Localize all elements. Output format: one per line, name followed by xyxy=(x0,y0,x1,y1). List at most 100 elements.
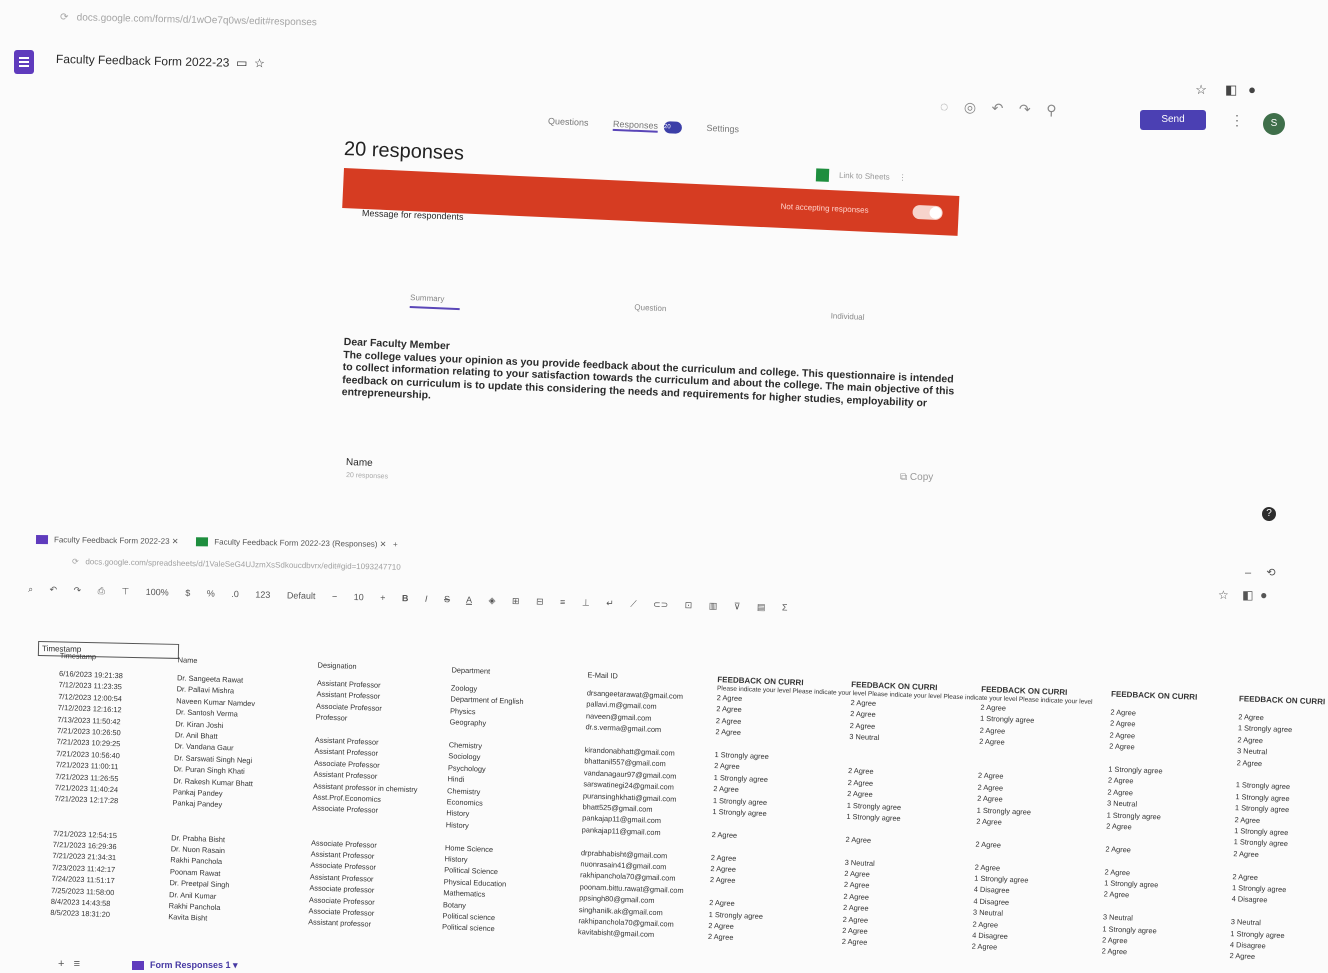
wrap-icon[interactable]: ↵ xyxy=(606,598,614,608)
table-cell[interactable]: 2 Agree xyxy=(716,692,743,704)
table-cell[interactable]: 2 Agree xyxy=(715,726,741,738)
table-cell[interactable]: 3 Neutral xyxy=(973,907,1003,919)
table-cell[interactable]: 2 Agree xyxy=(1236,757,1263,769)
table-cell[interactable]: 2 Agree xyxy=(842,925,868,937)
table-cell[interactable]: 3 Neutral xyxy=(1107,798,1137,810)
table-cell[interactable]: 2 Agree xyxy=(972,941,998,953)
table-cell[interactable]: 2 Agree xyxy=(842,936,868,948)
table-cell[interactable]: 2 Agree xyxy=(979,736,1005,748)
window-icon[interactable]: ◧ xyxy=(1225,82,1237,97)
table-cell[interactable]: 2 Agree xyxy=(975,838,1001,850)
table-cell[interactable]: 2 Agree xyxy=(842,913,869,925)
table-cell[interactable]: 2 Agree xyxy=(1237,734,1263,746)
subtab-individual[interactable]: Individual xyxy=(831,311,865,321)
window-icon[interactable]: ◧ xyxy=(1242,588,1253,602)
link-to-sheets-button[interactable]: Link to Sheets ⋮ xyxy=(815,168,907,184)
preview-icon[interactable]: ◎ xyxy=(964,99,977,115)
table-cell[interactable]: 2 Agree xyxy=(850,708,876,720)
table-cell[interactable]: 2 Agree xyxy=(850,697,876,709)
table-cell[interactable]: 2 Agree xyxy=(1104,866,1130,878)
tab-settings[interactable]: Settings xyxy=(706,123,739,134)
table-cell[interactable]: 2 Agree xyxy=(1110,718,1136,730)
palette-icon[interactable]: ◌ xyxy=(940,98,949,114)
table-cell[interactable]: Political science xyxy=(442,922,495,935)
profile-icon[interactable]: ● xyxy=(1248,82,1256,97)
link-icon[interactable]: ⚲ xyxy=(1046,102,1057,118)
align-icon[interactable]: ≡ xyxy=(560,597,566,607)
new-tab-icon[interactable]: + xyxy=(393,540,398,549)
table-cell[interactable]: 3 Neutral xyxy=(849,731,879,743)
decimal-icon[interactable]: .0 xyxy=(231,589,239,599)
table-cell[interactable]: 4 Disagree xyxy=(1231,893,1267,906)
table-cell[interactable]: 3 Neutral xyxy=(1231,916,1261,928)
table-cell[interactable]: 2 Agree xyxy=(980,702,1006,714)
table-cell[interactable]: 2 Agree xyxy=(850,720,876,732)
table-cell[interactable]: 2 Agree xyxy=(976,816,1002,828)
table-cell[interactable]: Physics xyxy=(450,705,476,717)
table-cell[interactable]: 2 Agree xyxy=(711,829,738,841)
table-cell[interactable]: 2 Agree xyxy=(844,879,870,891)
table-cell[interactable]: 2 Agree xyxy=(1107,786,1133,798)
percent-icon[interactable]: % xyxy=(207,588,215,598)
table-cell[interactable]: 2 Agree xyxy=(1102,934,1128,946)
table-cell[interactable]: Zoology xyxy=(451,682,478,694)
column-header[interactable]: Department xyxy=(451,664,490,677)
font-decrease-icon[interactable]: − xyxy=(332,591,338,601)
table-cell[interactable]: 3 Neutral xyxy=(845,856,875,868)
table-cell[interactable]: 7/21/2023 12:17:28 xyxy=(54,793,118,807)
table-cell[interactable]: Botany xyxy=(443,899,466,911)
table-cell[interactable]: kavitabisht@gmail.com xyxy=(578,927,654,941)
table-cell[interactable]: 2 Agree xyxy=(710,863,736,875)
table-cell[interactable]: Geography xyxy=(449,717,486,730)
font-increase-icon[interactable]: + xyxy=(380,593,386,603)
print-icon[interactable]: ⎙ xyxy=(98,586,105,596)
table-cell[interactable]: 3 Neutral xyxy=(1103,912,1133,924)
table-cell[interactable]: 2 Agree xyxy=(972,918,998,930)
column-header[interactable]: Designation xyxy=(317,659,356,672)
table-cell[interactable]: Kavita Bisht xyxy=(168,912,207,925)
table-cell[interactable]: Professor xyxy=(316,712,348,724)
text-color-icon[interactable]: A xyxy=(466,595,472,605)
column-header[interactable]: E-Mail ID xyxy=(587,669,618,681)
table-cell[interactable]: 2 Agree xyxy=(1234,814,1260,826)
column-header[interactable]: Timestamp xyxy=(60,650,97,663)
table-cell[interactable]: 2 Agree xyxy=(1109,729,1135,741)
table-cell[interactable]: 2 Agree xyxy=(711,852,737,864)
table-cell[interactable]: 2 Agree xyxy=(844,868,870,880)
column-header[interactable]: FEEDBACK ON CURRI xyxy=(1111,689,1198,703)
table-cell[interactable]: 2 Agree xyxy=(708,920,734,932)
table-cell[interactable]: 2 Agree xyxy=(845,834,871,846)
table-cell[interactable]: 2 Agree xyxy=(847,788,873,800)
tab-responses[interactable]: Responses xyxy=(612,119,659,134)
paint-format-icon[interactable]: ⊤ xyxy=(121,586,129,596)
copy-button[interactable]: ⧉ Copy xyxy=(900,472,933,483)
table-cell[interactable]: 2 Agree xyxy=(979,725,1006,737)
redo-icon[interactable]: ↷ xyxy=(1019,101,1031,117)
search-icon[interactable]: ⌕ xyxy=(28,584,33,594)
table-cell[interactable]: 2 Agree xyxy=(1229,950,1255,962)
valign-icon[interactable]: ⊥ xyxy=(582,598,590,608)
zoom-select[interactable]: 100% xyxy=(146,587,169,598)
table-cell[interactable]: Associate Professor xyxy=(312,803,378,817)
table-cell[interactable]: 2 Agree xyxy=(714,760,740,772)
tab-questions[interactable]: Questions xyxy=(548,116,589,128)
italic-icon[interactable]: I xyxy=(425,594,428,604)
browser-tab-sheets[interactable]: Faculty Feedback Form 2022-23 (Responses… xyxy=(196,537,386,549)
reload-icon[interactable]: ⟳ xyxy=(60,12,69,23)
table-cell[interactable]: 2 Agree xyxy=(1233,848,1259,860)
functions-icon[interactable]: Σ xyxy=(782,602,788,612)
table-cell[interactable]: 2 Agree xyxy=(1104,889,1130,901)
table-cell[interactable]: dr.s.verma@gmail.com xyxy=(585,722,661,736)
filter-views-icon[interactable]: ▤ xyxy=(757,602,766,612)
help-icon[interactable]: ? xyxy=(1262,507,1276,521)
account-avatar[interactable]: S xyxy=(1263,113,1285,135)
column-header[interactable]: FEEDBACK ON CURRI xyxy=(1239,693,1326,707)
table-cell[interactable]: 2 Agree xyxy=(1232,871,1258,883)
strikethrough-icon[interactable]: S xyxy=(444,594,450,604)
table-cell[interactable]: Assistant professor xyxy=(308,917,371,931)
bookmark-icon[interactable]: ☆ xyxy=(1218,588,1229,602)
table-cell[interactable]: 2 Agree xyxy=(1106,820,1132,832)
table-cell[interactable]: 2 Agree xyxy=(1108,775,1134,787)
table-cell[interactable]: 2 Agree xyxy=(1101,946,1127,958)
browser-tab-forms[interactable]: Faculty Feedback Form 2022-23 ✕ xyxy=(35,535,179,546)
